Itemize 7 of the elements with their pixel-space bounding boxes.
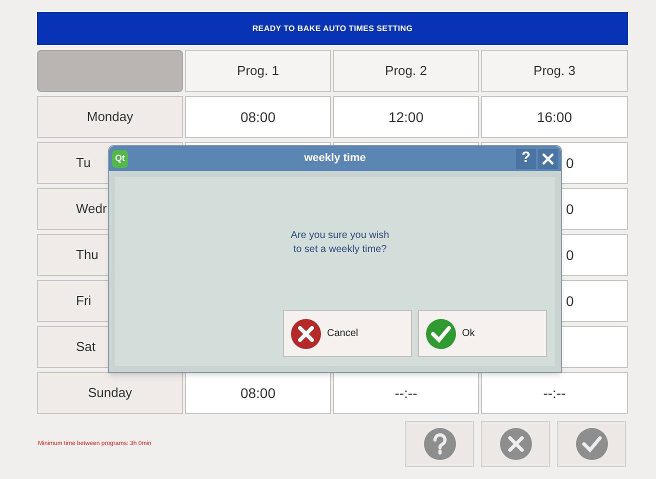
header-bar: READY TO BAKE AUTO TIMES SETTING [37,12,628,45]
app-logo: Qt [112,150,128,168]
column-header: Prog. 1 [185,50,331,92]
column-header: Prog. 2 [333,50,479,92]
dialog-title: weekly time [304,151,366,166]
dialog-message: Are you sure you wish to set a weekly time? [290,229,390,257]
column-header: Prog. 3 [481,50,628,92]
